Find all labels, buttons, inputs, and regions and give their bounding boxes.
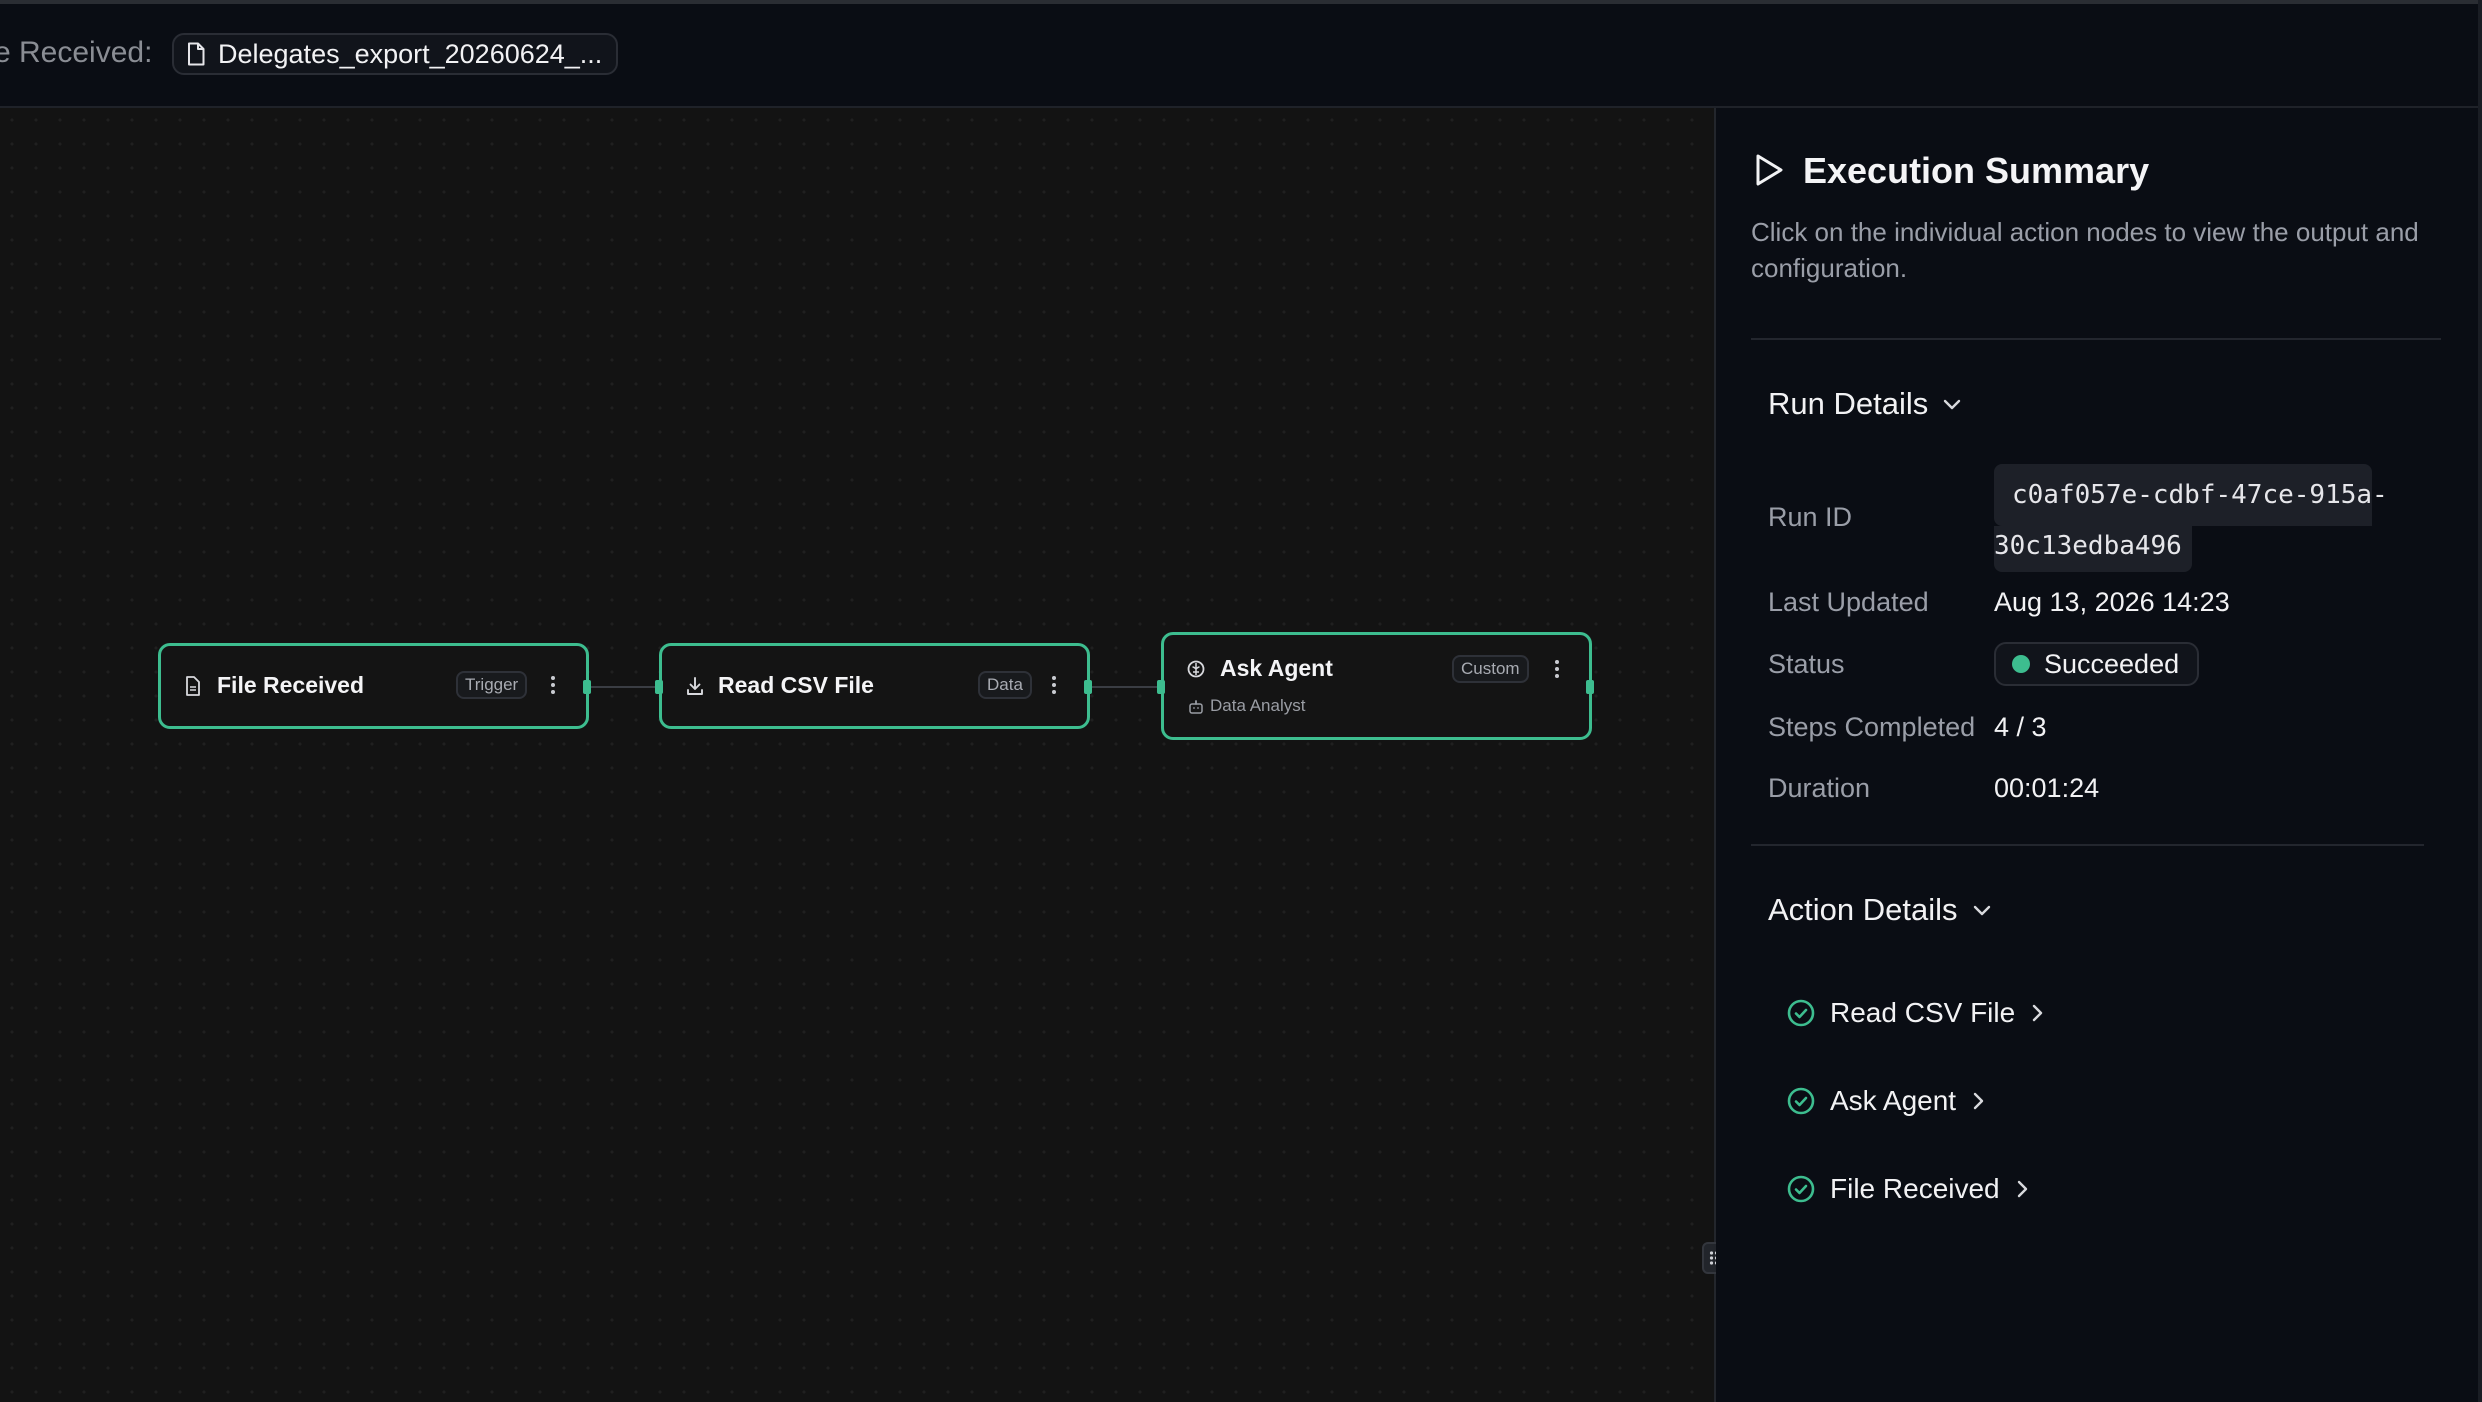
- robot-icon: [1189, 700, 1203, 714]
- node-title: Read CSV File: [718, 672, 874, 698]
- status-value: Succeeded: [2044, 648, 2180, 679]
- status-badge: Succeeded: [1994, 642, 2200, 686]
- chevron-right-icon: [2017, 1180, 2027, 1198]
- brain-icon: [1187, 660, 1205, 678]
- panel-title: Execution Summary: [1803, 150, 2150, 191]
- output-port[interactable]: [1084, 680, 1092, 694]
- panel-scrollbar-track: [2478, 0, 2482, 1402]
- run-id-value: c0af057e-cdbf-47ce-915a- 30c13edba496: [1994, 464, 2388, 575]
- steps-completed-label: Steps Completed: [1768, 712, 1976, 742]
- action-item-label: Ask Agent: [1830, 1085, 1957, 1116]
- node-ask-agent[interactable]: Ask Agent Custom Data Analyst: [1161, 632, 1592, 740]
- node-file-received[interactable]: File Received Trigger: [158, 643, 589, 729]
- action-item-file-received[interactable]: File Received: [1786, 1169, 2030, 1209]
- chevron-down-icon: [1944, 399, 1961, 410]
- trigger-label: e Received:: [0, 36, 153, 69]
- chevron-right-icon: [2032, 1004, 2043, 1022]
- panel-description: Click on the individual action nodes to …: [1751, 217, 2419, 283]
- top-bar: e Received: Delegates_export_20260624_..…: [0, 0, 2482, 108]
- node-type-badge: Custom: [1452, 655, 1529, 683]
- edge-read-csv-to-ask-agent: [1089, 686, 1163, 688]
- top-border: [0, 0, 2482, 4]
- output-port[interactable]: [1586, 680, 1594, 694]
- edge-file-received-to-read-csv: [588, 686, 660, 688]
- output-port[interactable]: [583, 680, 591, 694]
- node-title: File Received: [217, 672, 365, 698]
- file-chip[interactable]: Delegates_export_20260624_...: [172, 33, 619, 75]
- action-item-label: File Received: [1830, 1173, 2000, 1204]
- divider: [1751, 844, 2424, 846]
- file-icon: [188, 42, 205, 66]
- node-type-badge: Data: [978, 671, 1032, 699]
- run-id-line-2: 30c13edba496: [1994, 526, 2192, 572]
- node-read-csv-file[interactable]: Read CSV File Data: [659, 643, 1090, 729]
- run-details-toggle[interactable]: Run Details: [1768, 386, 1962, 422]
- steps-completed-value: 4 / 3: [1994, 712, 2047, 742]
- action-item-ask-agent[interactable]: Ask Agent: [1786, 1081, 1986, 1121]
- more-options-icon[interactable]: [1051, 676, 1057, 694]
- run-details-heading: Run Details: [1768, 386, 1929, 421]
- check-circle-icon: [1787, 1087, 1815, 1115]
- duration-label: Duration: [1768, 773, 1871, 803]
- divider: [1751, 338, 2441, 340]
- last-updated-label: Last Updated: [1768, 587, 1929, 617]
- file-name: Delegates_export_20260624_...: [218, 38, 603, 69]
- action-item-read-csv-file[interactable]: Read CSV File: [1786, 993, 2045, 1033]
- chevron-right-icon: [1973, 1092, 1984, 1110]
- status-label: Status: [1768, 649, 1845, 679]
- action-details-toggle[interactable]: Action Details: [1768, 892, 1992, 928]
- action-details-heading: Action Details: [1768, 892, 1958, 927]
- more-options-icon[interactable]: [550, 676, 556, 694]
- node-type-badge: Trigger: [456, 671, 528, 699]
- status-dot-icon: [2012, 655, 2030, 673]
- input-port[interactable]: [655, 680, 663, 694]
- duration-value: 00:01:24: [1994, 773, 2100, 803]
- input-port[interactable]: [1157, 680, 1165, 694]
- more-options-icon[interactable]: [1554, 660, 1560, 678]
- file-icon: [186, 676, 200, 696]
- action-item-label: Read CSV File: [1830, 997, 2016, 1028]
- run-id-line-1: c0af057e-cdbf-47ce-915a-: [1994, 464, 2388, 526]
- download-icon: [687, 677, 703, 695]
- play-icon: [1756, 154, 1783, 186]
- run-id-label: Run ID: [1768, 502, 1853, 532]
- check-circle-icon: [1787, 999, 1815, 1027]
- chevron-down-icon: [1973, 905, 1990, 916]
- node-title: Ask Agent: [1220, 655, 1333, 681]
- check-circle-icon: [1787, 1175, 1815, 1203]
- last-updated-value: Aug 13, 2026 14:23: [1994, 587, 2230, 617]
- workflow-canvas[interactable]: [0, 108, 1714, 1402]
- node-subtitle: Data Analyst: [1210, 696, 1306, 715]
